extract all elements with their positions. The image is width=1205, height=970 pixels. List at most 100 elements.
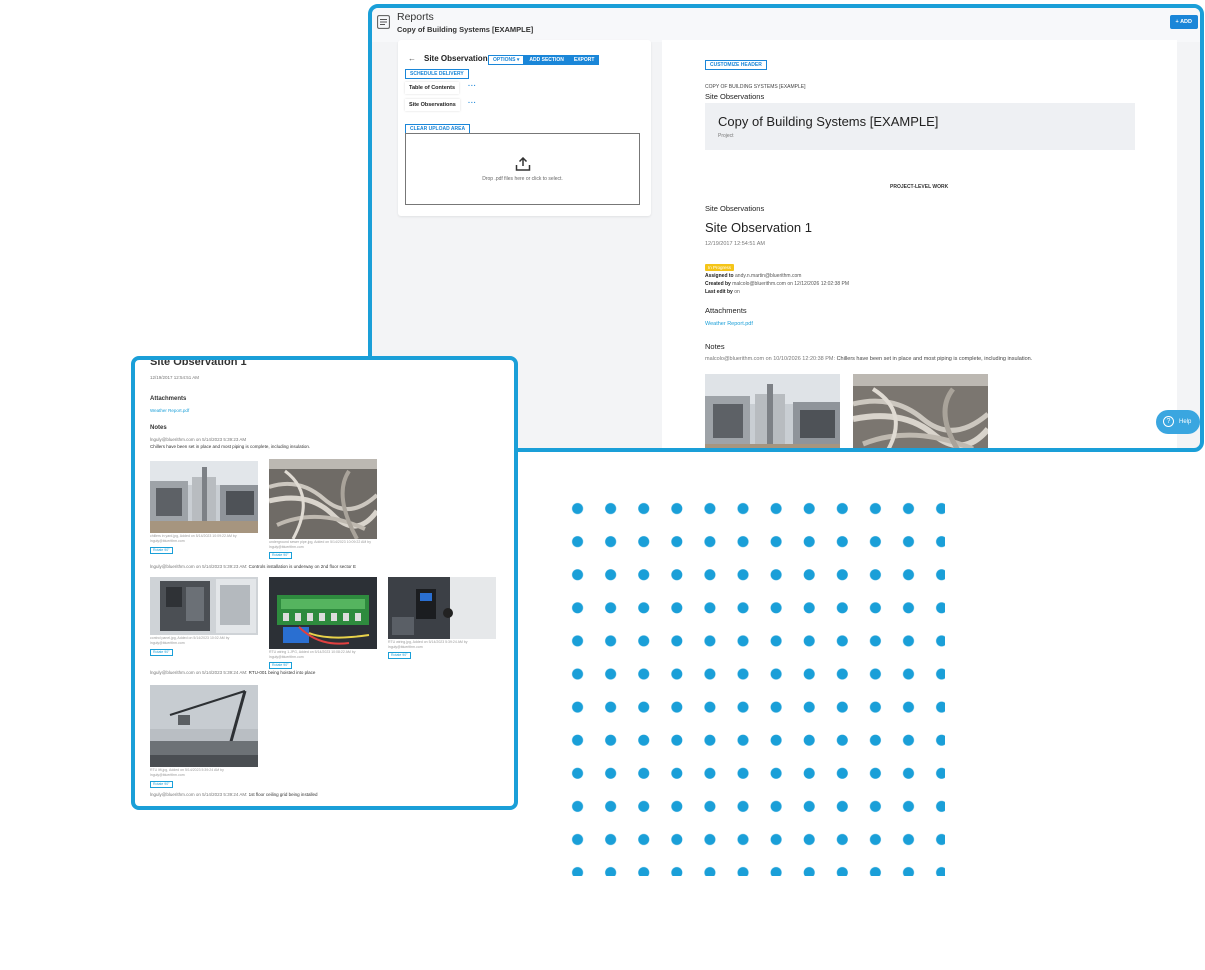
customize-header-button[interactable]: CUSTOMIZE HEADER: [705, 60, 767, 70]
attachment-link[interactable]: Weather Report.pdf: [705, 321, 753, 327]
notes-heading: Notes: [705, 342, 725, 351]
help-icon: ?: [1163, 416, 1174, 427]
observation-date: 12/19/2017 12:54:51 AM: [705, 241, 765, 247]
rotate-button[interactable]: Rotate 90°: [150, 781, 173, 788]
preview-note1-text: Chillers have been set in place and most…: [150, 444, 311, 449]
add-section-button[interactable]: ADD SECTION: [524, 55, 569, 65]
project-level-heading: PROJECT-LEVEL WORK: [890, 184, 949, 190]
preview-caption: control panel.jpg, Added on 5/14/2023 10…: [150, 636, 229, 646]
preview-caption: chillers in yard.jpg, Added on 5/14/2023…: [150, 534, 237, 544]
preview-caption-author: lnguly@bluerithm.com: [269, 545, 304, 549]
preview-caption-text: underground sewer pipe.jpg, Added on 5/1…: [269, 540, 371, 544]
sections-panel: ← Site Observations OPTIONS ▾ ADD SECTIO…: [398, 40, 651, 216]
note-author: malcolo@bluerithm.com on 10/10/2026 12:2…: [705, 356, 836, 362]
preview-rtu-photo: [388, 577, 496, 639]
assigned-to: Assigned to andy.n.martin@bluerithm.com: [705, 273, 801, 279]
preview-date: 12/19/2017 12:54:51 AM: [150, 375, 200, 380]
document-kicker: COPY OF BUILDING SYSTEMS [EXAMPLE]: [705, 84, 806, 90]
preview-note4-author: lnguly@bluerithm.com on 5/14/2023 5:39:2…: [150, 792, 248, 797]
preview-note3-author: lnguly@bluerithm.com on 5/14/2023 5:39:2…: [150, 670, 248, 675]
observation-title: Site Observation 1: [705, 220, 812, 235]
upload-dropzone[interactable]: Drop .pdf files here or click to select.: [405, 133, 640, 205]
project-banner: Copy of Building Systems [EXAMPLE] Proje…: [705, 103, 1135, 150]
preview-caption: underground sewer pipe.jpg, Added on 5/1…: [269, 540, 371, 550]
help-label: Help: [1179, 419, 1192, 425]
section-heading: Site Observations: [705, 204, 765, 213]
chillers-photo: [705, 374, 840, 448]
preview-caption-text: control panel.jpg, Added on 5/14/2023 10…: [150, 636, 230, 640]
created-value: malcolo@bluerithm.com on 12/12/2026 12:0…: [732, 281, 850, 287]
lastedit-value: on: [734, 289, 740, 295]
export-button[interactable]: EXPORT: [568, 55, 600, 65]
preview-caption: RTU wiring 1.JPG, Added on 5/14/2023 10:…: [269, 650, 356, 660]
preview-caption: RTU lift.jpg, Added on 5/14/2023 5:39:24…: [150, 768, 224, 778]
preview-notes-heading: Notes: [150, 425, 167, 431]
preview-note4-text: 1st floor ceiling grid being installed: [248, 792, 318, 797]
preview-caption-text: RTU lift.jpg, Added on 5/14/2023 5:39:24…: [150, 768, 224, 772]
section-item-toc[interactable]: Table of Contents: [405, 82, 460, 94]
preview-note2-author: lnguly@bluerithm.com on 5/14/2023 5:39:2…: [150, 564, 248, 569]
assigned-key: Assigned to: [705, 273, 734, 279]
note-text: Chillers have been set in place and most…: [836, 356, 1033, 362]
rotate-button[interactable]: Rotate 90°: [150, 547, 173, 554]
assigned-value: andy.n.martin@bluerithm.com: [735, 273, 802, 279]
preview-attachment-link[interactable]: Weather Report.pdf: [150, 408, 189, 413]
preview-caption-text: RTU wiring.jpg, Added on 5/14/2023 5:39:…: [388, 640, 468, 644]
preview-note2: lnguly@bluerithm.com on 5/14/2023 5:39:2…: [150, 564, 356, 569]
section-item-site-observations[interactable]: Site Observations: [405, 99, 460, 111]
help-button[interactable]: ? Help: [1156, 410, 1200, 434]
preview-piping-photo: [269, 459, 377, 539]
back-arrow-icon[interactable]: ←: [408, 54, 416, 63]
preview-note1-author: lnguly@bluerithm.com on 5/14/2023 5:39:2…: [150, 437, 247, 442]
preview-caption: RTU wiring.jpg, Added on 5/14/2023 5:39:…: [388, 640, 468, 650]
report-document: CUSTOMIZE HEADER COPY OF BUILDING SYSTEM…: [662, 40, 1177, 448]
pdf-preview-window: Site Observation 1 12/19/2017 12:54:51 A…: [131, 356, 518, 810]
status-badge: In Progress: [705, 264, 735, 271]
preview-chillers-photo: [150, 461, 258, 533]
rotate-button[interactable]: Rotate 90°: [269, 552, 292, 559]
preview-control-panel-photo: [150, 577, 258, 635]
panel-title: Site Observations: [424, 54, 493, 63]
more-icon[interactable]: ···: [468, 83, 477, 90]
preview-note3-text: RTU-001 being hoisted into place: [248, 670, 316, 675]
created-key: Created by: [705, 281, 731, 287]
options-button[interactable]: OPTIONS ▾: [488, 55, 525, 65]
preview-caption-author: lnguly@bluerithm.com: [150, 773, 185, 777]
lastedit-key: Last edit by: [705, 289, 733, 295]
rotate-button[interactable]: Rotate 90°: [269, 662, 292, 669]
piping-photo: [853, 374, 988, 448]
preview-rtu-wiring-photo: [269, 577, 377, 649]
preview-caption-author: lnguly@bluerithm.com: [388, 645, 423, 649]
rotate-button[interactable]: Rotate 90°: [150, 649, 173, 656]
report-icon: [377, 15, 390, 29]
preview-caption-text: RTU wiring 1.JPG, Added on 5/14/2023 10:…: [269, 650, 356, 654]
preview-caption-author: lnguly@bluerithm.com: [269, 655, 304, 659]
top-bar: Reports Copy of Building Systems [EXAMPL…: [372, 8, 1200, 42]
preview-note1: Chillers have been set in place and most…: [150, 444, 310, 449]
note-line: malcolo@bluerithm.com on 10/10/2026 12:2…: [705, 356, 1032, 362]
decorative-dot-grid: [561, 492, 945, 876]
upload-icon: [515, 157, 531, 171]
preview-attachments-heading: Attachments: [150, 396, 187, 402]
preview-caption-author: lnguly@bluerithm.com: [150, 641, 185, 645]
page-title: Reports: [397, 11, 434, 23]
upload-hint: Drop .pdf files here or click to select.: [482, 176, 563, 182]
preview-note2-text: Controls installation is underway on 2nd…: [248, 564, 356, 569]
preview-note4: lnguly@bluerithm.com on 5/14/2023 5:39:2…: [150, 792, 317, 797]
preview-caption-text: chillers in yard.jpg, Added on 5/14/2023…: [150, 534, 237, 538]
attachments-heading: Attachments: [705, 306, 747, 315]
banner-title: Copy of Building Systems [EXAMPLE]: [718, 114, 939, 129]
banner-subtitle: Project: [718, 133, 734, 139]
preview-title: Site Observation 1: [150, 356, 247, 368]
preview-crane-photo: [150, 685, 258, 767]
panel-actions: OPTIONS ▾ ADD SECTION EXPORT: [488, 55, 600, 65]
add-button[interactable]: + ADD: [1169, 15, 1198, 29]
preview-caption-author: lnguly@bluerithm.com: [150, 539, 185, 543]
rotate-button[interactable]: Rotate 90°: [388, 652, 411, 659]
last-edit: Last edit by on: [705, 289, 740, 295]
more-icon[interactable]: ···: [468, 100, 477, 107]
document-section-label: Site Observations: [705, 92, 765, 101]
created-by: Created by malcolo@bluerithm.com on 12/1…: [705, 281, 849, 287]
schedule-delivery-button[interactable]: SCHEDULE DELIVERY: [405, 69, 469, 79]
report-name: Copy of Building Systems [EXAMPLE]: [397, 25, 534, 34]
